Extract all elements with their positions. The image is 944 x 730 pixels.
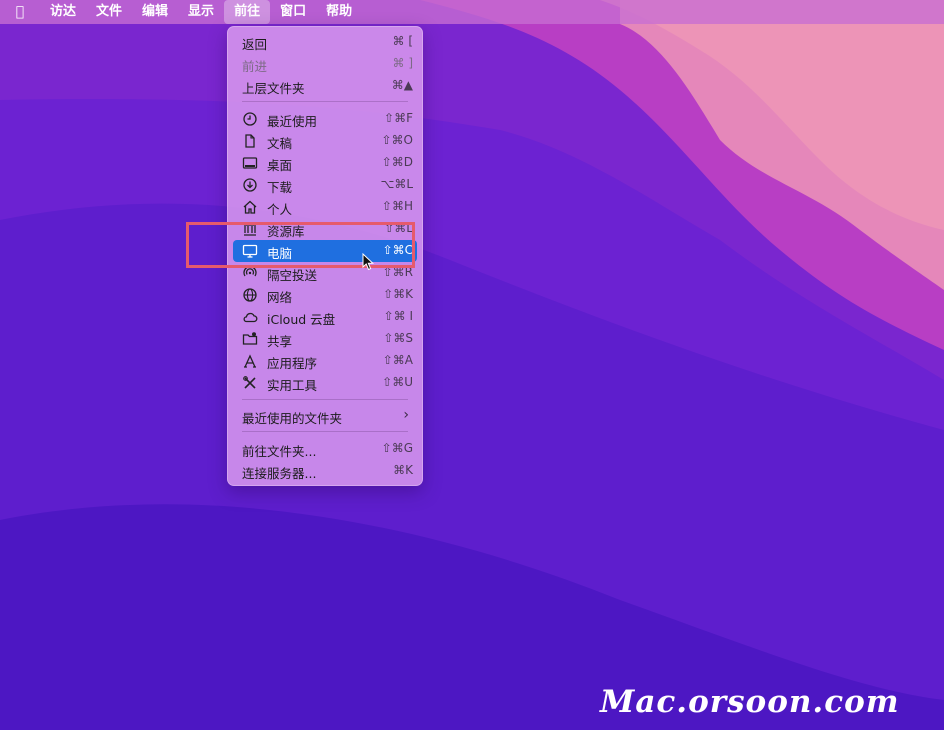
clock-icon (243, 112, 257, 126)
menu-item-label: 最近使用的文件夹 (242, 411, 343, 426)
menu-separator (242, 431, 408, 432)
watermark-text: Mac.orsoon.com (600, 684, 900, 720)
menu-item-desktop[interactable]: 桌面 ⇧⌘D (233, 152, 417, 174)
menu-item-label: 个人 (267, 202, 293, 217)
menu-separator (242, 399, 408, 400)
menu-item-label: 共享 (267, 334, 293, 349)
network-icon (243, 288, 257, 302)
mouse-cursor-icon (362, 253, 375, 271)
menu-item-label: 前往文件夹... (242, 444, 317, 459)
menu-item-applications[interactable]: 应用程序 ⇧⌘A (233, 350, 417, 372)
cloud-icon (243, 312, 258, 323)
shortcut-label: ⌘ ] (392, 56, 414, 70)
menu-bar:  访达 文件 编辑 显示 前往 窗口 帮助 (0, 0, 944, 24)
document-icon (245, 134, 255, 148)
menu-item-label: 下载 (267, 180, 293, 195)
menu-go[interactable]: 前往 (224, 0, 271, 24)
menu-item-recents[interactable]: 最近使用 ⇧⌘F (233, 108, 417, 130)
menu-view[interactable]: 显示 (178, 0, 224, 24)
menu-item-downloads[interactable]: 下载 ⌥⌘L (233, 174, 417, 196)
menu-item-label: 文稿 (267, 136, 293, 151)
shortcut-label: ⇧⌘K (383, 287, 413, 301)
shortcut-label: ⇧⌘G (381, 441, 413, 455)
shortcut-label: ⌘ [ (392, 34, 414, 48)
shared-folder-icon (242, 332, 258, 345)
menu-item-label: 网络 (267, 290, 293, 305)
download-icon (243, 178, 257, 192)
shortcut-label: ⌘K (393, 463, 413, 477)
menu-item-label: 桌面 (267, 158, 293, 173)
menu-item-recent-folders[interactable]: 最近使用的文件夹 › (233, 405, 417, 427)
menu-item-go-to-folder[interactable]: 前往文件夹... ⇧⌘G (233, 438, 417, 460)
shortcut-label: ⇧⌘U (382, 375, 413, 389)
apple-icon[interactable]:  (0, 4, 40, 20)
shortcut-label: ⌥⌘L (380, 177, 413, 191)
menu-item-documents[interactable]: 文稿 ⇧⌘O (233, 130, 417, 152)
menu-file[interactable]: 文件 (86, 0, 132, 24)
menu-item-home[interactable]: 个人 ⇧⌘H (233, 196, 417, 218)
menu-item-utilities[interactable]: 实用工具 ⇧⌘U (233, 372, 417, 394)
shortcut-label: ⇧⌘D (381, 155, 413, 169)
utilities-icon (243, 376, 256, 389)
menu-help[interactable]: 帮助 (316, 0, 362, 24)
menu-item-enclosing-folder[interactable]: 上层文件夹 ⌘▲ (233, 75, 417, 97)
menu-edit[interactable]: 编辑 (132, 0, 178, 24)
applications-icon (244, 354, 256, 368)
menu-item-label: 实用工具 (267, 378, 318, 393)
shortcut-label: ⇧⌘F (384, 111, 413, 125)
menu-item-shared[interactable]: 共享 ⇧⌘S (233, 328, 417, 350)
shortcut-label: ⇧⌘H (381, 199, 413, 213)
menu-item-label: 最近使用 (267, 114, 318, 129)
menu-item-back[interactable]: 返回 ⌘ [ (233, 31, 417, 53)
menu-item-label: 连接服务器... (242, 466, 317, 481)
menu-item-label: 返回 (242, 37, 268, 52)
chevron-right-icon: › (403, 407, 409, 423)
menu-window[interactable]: 窗口 (270, 0, 316, 24)
desktop-icon (242, 157, 258, 169)
menu-item-icloud-drive[interactable]: iCloud 云盘 ⇧⌘ I (233, 306, 417, 328)
menu-item-forward[interactable]: 前进 ⌘ ] (233, 53, 417, 75)
shortcut-label: ⌘▲ (391, 78, 413, 92)
menu-item-network[interactable]: 网络 ⇧⌘K (233, 284, 417, 306)
shortcut-label: ⇧⌘ I (383, 309, 413, 323)
shortcut-label: ⇧⌘A (382, 353, 413, 367)
shortcut-label: ⇧⌘O (381, 133, 414, 147)
annotation-highlight-box (186, 222, 415, 268)
menu-item-label: 上层文件夹 (242, 81, 305, 96)
desktop-wallpaper (0, 0, 944, 730)
menu-item-connect-server[interactable]: 连接服务器... ⌘K (233, 460, 417, 482)
menu-item-label: 前进 (242, 59, 268, 74)
home-icon (243, 200, 257, 214)
menu-item-label: 应用程序 (267, 356, 318, 371)
shortcut-label: ⇧⌘S (383, 331, 413, 345)
menu-item-label: iCloud 云盘 (267, 312, 336, 327)
menu-finder[interactable]: 访达 (40, 0, 86, 24)
menu-separator (242, 101, 408, 102)
